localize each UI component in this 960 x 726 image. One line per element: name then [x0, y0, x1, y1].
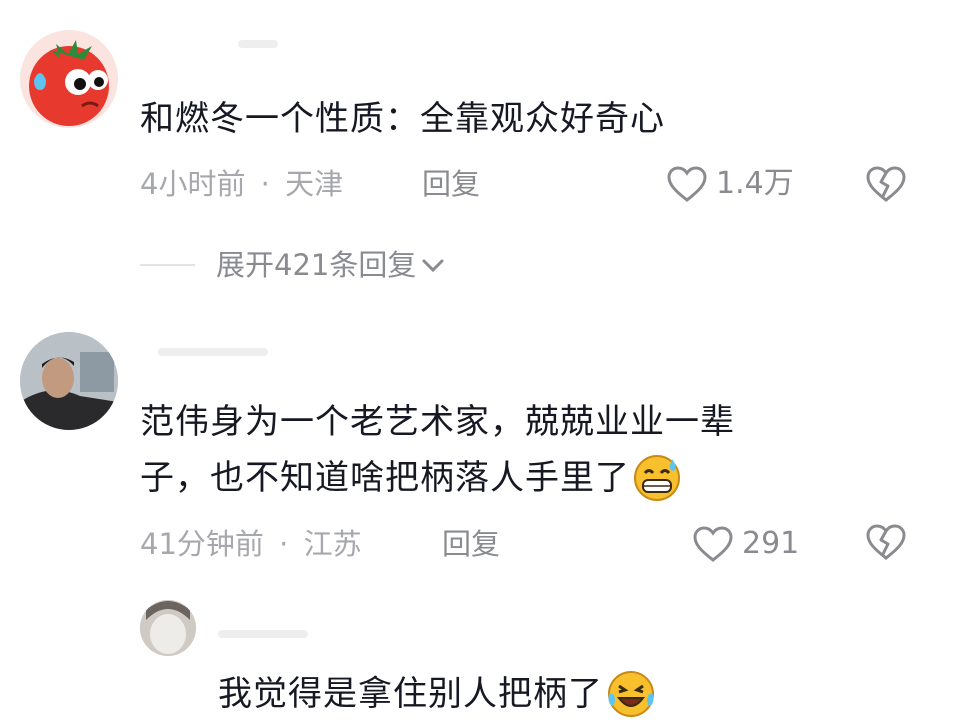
meta-separator: ·: [279, 527, 289, 561]
comment-time: 4小时前: [140, 167, 246, 201]
username-blurred[interactable]: [238, 40, 278, 48]
expand-divider: [140, 264, 195, 266]
like-count: 1.4万: [716, 166, 794, 201]
dislike-button[interactable]: [864, 164, 908, 204]
comment-meta: 4小时前 · 天津: [140, 166, 343, 202]
reply-avatar[interactable]: [140, 600, 196, 656]
avatar[interactable]: [20, 30, 118, 128]
chevron-down-icon: [422, 259, 444, 273]
reply-button[interactable]: 回复: [422, 166, 480, 202]
laughing-tears-emoji-icon: [608, 671, 654, 717]
dislike-button[interactable]: [864, 522, 908, 562]
like-count: 291: [742, 526, 800, 561]
avatar[interactable]: [20, 332, 118, 430]
grin-sweat-emoji-icon: [634, 455, 680, 501]
like-button[interactable]: 1.4万: [666, 164, 794, 204]
expand-replies-button[interactable]: 展开421条回复: [216, 247, 446, 283]
reply-text: 我觉得是拿住别人把柄了: [218, 664, 657, 724]
reply-button[interactable]: 回复: [442, 526, 500, 562]
like-button[interactable]: 291: [692, 524, 799, 564]
comment-location: 天津: [285, 167, 344, 201]
username-blurred[interactable]: [218, 630, 308, 638]
person-avatar-image: [20, 332, 118, 430]
expand-replies-label: 展开421条回复: [216, 248, 417, 282]
heart-icon: [693, 526, 733, 562]
comment-location: 江苏: [303, 527, 362, 561]
comment-time: 41分钟前: [140, 527, 264, 561]
comment-text-line2-label: 子，也不知道啥把柄落人手里了: [140, 458, 630, 498]
broken-heart-icon: [866, 166, 906, 202]
reply-text-label: 我觉得是拿住别人把柄了: [218, 674, 603, 714]
broken-heart-icon: [866, 524, 906, 560]
reply-avatar-image: [140, 600, 196, 656]
tomato-avatar-image: [29, 40, 109, 126]
comment-text-line1: 范伟身为一个老艺术家，兢兢业业一辈: [140, 402, 735, 442]
comment-text-line2: 子，也不知道啥把柄落人手里了: [140, 448, 682, 508]
comment-meta: 41分钟前 · 江苏: [140, 526, 362, 562]
comment-text: 和燃冬一个性质：全靠观众好奇心: [140, 99, 665, 139]
meta-separator: ·: [260, 167, 270, 201]
heart-icon: [667, 166, 707, 202]
username-blurred[interactable]: [158, 348, 268, 356]
